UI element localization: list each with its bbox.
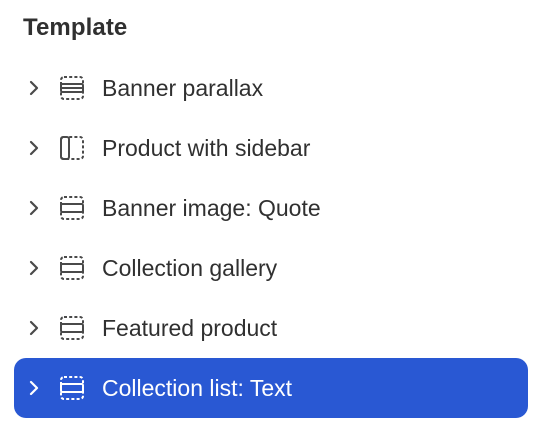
- section-item-label: Product with sidebar: [102, 135, 311, 161]
- section-item-banner-parallax[interactable]: Banner parallax: [14, 58, 528, 118]
- chevron-right-icon[interactable]: [26, 80, 42, 96]
- section-horizontal-icon: [58, 194, 86, 222]
- section-item-label: Collection list: Text: [102, 375, 293, 401]
- section-horizontal-icon: [58, 74, 86, 102]
- section-sidebar-icon: [58, 134, 86, 162]
- section-item-label: Banner parallax: [102, 75, 264, 101]
- section-horizontal-icon: [58, 374, 86, 402]
- section-item-banner-image-quote[interactable]: Banner image: Quote: [14, 178, 528, 238]
- section-list: Banner parallax Product with sidebar Ban…: [14, 58, 528, 418]
- chevron-right-icon[interactable]: [26, 380, 42, 396]
- chevron-right-icon[interactable]: [26, 200, 42, 216]
- section-horizontal-icon: [58, 254, 86, 282]
- section-item-label: Featured product: [102, 315, 278, 341]
- chevron-right-icon[interactable]: [26, 260, 42, 276]
- chevron-right-icon[interactable]: [26, 140, 42, 156]
- section-item-product-with-sidebar[interactable]: Product with sidebar: [14, 118, 528, 178]
- section-item-label: Collection gallery: [102, 255, 278, 281]
- section-item-collection-gallery[interactable]: Collection gallery: [14, 238, 528, 298]
- panel-heading: Template: [23, 14, 128, 41]
- section-item-label: Banner image: Quote: [102, 195, 321, 221]
- chevron-right-icon[interactable]: [26, 320, 42, 336]
- template-panel: Template Banner parallax Product with si…: [0, 0, 546, 432]
- section-item-collection-list-text[interactable]: Collection list: Text: [14, 358, 528, 418]
- section-horizontal-icon: [58, 314, 86, 342]
- section-item-featured-product[interactable]: Featured product: [14, 298, 528, 358]
